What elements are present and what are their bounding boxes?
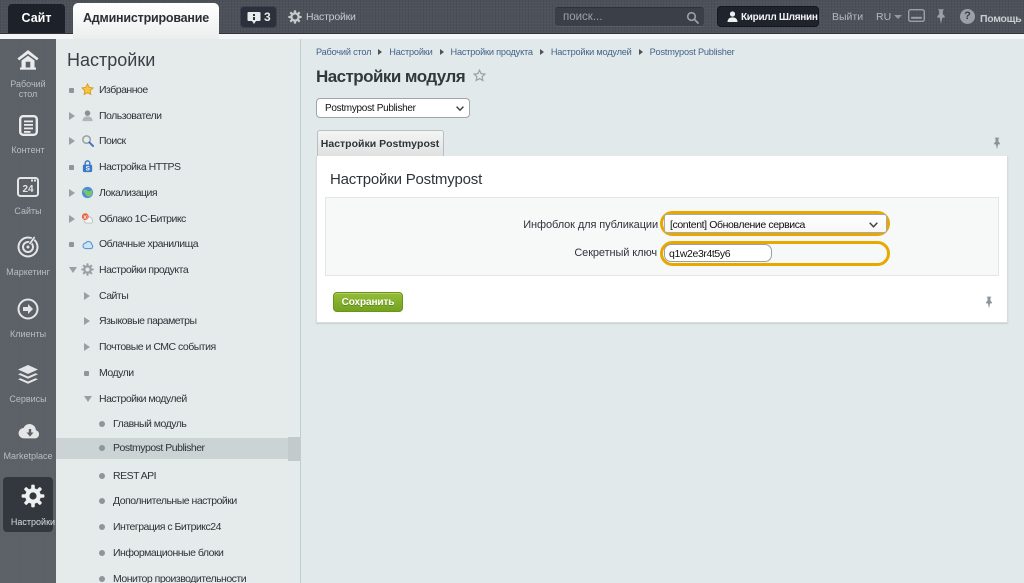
svg-text:24: 24 bbox=[22, 184, 34, 195]
svg-text:1С: 1С bbox=[83, 215, 88, 220]
